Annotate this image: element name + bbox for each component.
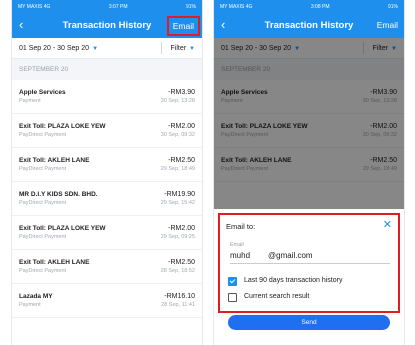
sheet-title: Email to: (226, 222, 256, 231)
transaction-amount: -RM19.90 (164, 191, 195, 198)
date-range-selector[interactable]: 01 Sep 20 - 30 Sep 20 ▼ (19, 45, 98, 52)
transaction-title: Apple Services (19, 89, 66, 96)
transaction-row[interactable]: Exit Toll: PLAZA LOKE YEW PayDirect Payme… (12, 216, 202, 250)
status-bar: MY MAXIS 4G 3:07 PM 91% (12, 0, 202, 13)
close-icon[interactable]: ✕ (383, 219, 392, 231)
filter-bar: 01 Sep 20 - 30 Sep 20 ▼ Filter ▼ (12, 38, 202, 59)
transaction-date: 30 Sep, 09:32 (160, 132, 195, 138)
transaction-title: MR D.I.Y KIDS SDN. BHD. (19, 191, 98, 198)
transaction-title: Lazada MY (19, 293, 53, 300)
transaction-row[interactable]: MR D.I.Y KIDS SDN. BHD. PayDirect Payment… (12, 182, 202, 216)
transaction-row[interactable]: Exit Toll: AKLEH LANE PayDirect Payment -… (12, 148, 202, 182)
email-bottom-sheet: Email to: ✕ Email muhd @gmail.com Last 9… (214, 209, 404, 345)
status-time: 3:08 PM (310, 3, 330, 10)
carrier-label: MY MAXIS 4G (220, 3, 253, 10)
battery-label: 91% (185, 3, 196, 10)
email-button[interactable]: Email (377, 19, 398, 31)
transaction-type: Payment (19, 302, 41, 308)
option-label-current-search: Current search result (244, 293, 310, 300)
page-title: Transaction History (264, 20, 354, 31)
transaction-date: 29 Sep, 09:25 (160, 234, 195, 240)
transaction-type: Payment (19, 98, 41, 104)
transaction-row[interactable]: Apple Services Payment -RM3.90 30 Sep, 13:… (12, 80, 202, 114)
transaction-row[interactable]: Exit Toll: PLAZA LOKE YEW PayDirect Payme… (12, 114, 202, 148)
transaction-type: PayDirect Payment (19, 132, 67, 138)
transaction-date: 28 Sep, 11:41 (161, 302, 195, 308)
chevron-down-icon: ▼ (92, 45, 99, 52)
back-icon[interactable]: ‹ (19, 17, 23, 33)
transaction-type: PayDirect Payment (19, 166, 67, 172)
back-icon[interactable]: ‹ (221, 17, 225, 33)
page-title: Transaction History (62, 20, 152, 31)
header-bar: ‹ Transaction History Email (12, 13, 202, 38)
transaction-date: 28 Sep, 18:52 (160, 268, 195, 274)
status-time: 3:07 PM (108, 3, 128, 10)
transaction-row[interactable]: Exit Toll: AKLEH LANE PayDirect Payment -… (12, 250, 202, 284)
transaction-row[interactable]: Lazada MY Payment -RM16.10 28 Sep, 11:41 (12, 284, 202, 318)
email-field[interactable]: muhd @gmail.com (230, 251, 390, 264)
battery-label: 91% (387, 3, 398, 10)
filter-button[interactable]: Filter ▼ (170, 45, 195, 52)
month-section-header: SEPTEMBER 20 (12, 59, 202, 80)
header-bar: ‹ Transaction History Email (214, 13, 404, 38)
transaction-title: Exit Toll: AKLEH LANE (19, 259, 90, 266)
status-bar: MY MAXIS 4G 3:08 PM 91% (214, 0, 404, 13)
transaction-history-screen: MY MAXIS 4G 3:07 PM 91% ‹ Transaction Hi… (12, 0, 202, 345)
email-button[interactable]: Email (166, 16, 200, 36)
transaction-type: PayDirect Payment (19, 268, 67, 274)
transaction-date: 29 Sep, 15:42 (160, 200, 195, 206)
date-range-label: 01 Sep 20 - 30 Sep 20 (19, 44, 90, 52)
transaction-type: PayDirect Payment (19, 234, 67, 240)
send-button[interactable]: Send (228, 315, 390, 330)
transaction-amount: -RM2.00 (168, 123, 195, 130)
transaction-amount: -RM2.50 (168, 157, 195, 164)
divider (161, 42, 163, 54)
transaction-amount: -RM3.90 (168, 89, 195, 96)
transaction-title: Exit Toll: PLAZA LOKE YEW (19, 123, 106, 130)
chevron-down-icon: ▼ (189, 45, 195, 52)
email-domain: @gmail.com (268, 251, 313, 260)
transaction-date: 29 Sep, 18:49 (160, 166, 195, 172)
transaction-title: Exit Toll: PLAZA LOKE YEW (19, 225, 106, 232)
transaction-amount: -RM2.00 (168, 225, 195, 232)
transaction-title: Exit Toll: AKLEH LANE (19, 157, 90, 164)
checkbox-current-search[interactable] (228, 293, 237, 302)
transaction-type: PayDirect Payment (19, 200, 67, 206)
email-field-label: Email (230, 242, 244, 248)
transaction-amount: -RM2.50 (168, 259, 195, 266)
transaction-date: 30 Sep, 13:28 (160, 98, 195, 104)
transaction-amount: -RM16.10 (164, 293, 195, 300)
email-options-panel: Email to: ✕ Email muhd @gmail.com Last 9… (218, 213, 400, 313)
carrier-label: MY MAXIS 4G (18, 3, 51, 10)
email-user: muhd (230, 251, 251, 260)
checkbox-last-90-days[interactable] (228, 277, 237, 286)
option-label-last-90-days: Last 90 days transaction history (244, 277, 343, 284)
filter-label: Filter (170, 44, 187, 52)
email-statement-screen: MY MAXIS 4G 3:08 PM 91% ‹ Transaction Hi… (214, 0, 404, 345)
